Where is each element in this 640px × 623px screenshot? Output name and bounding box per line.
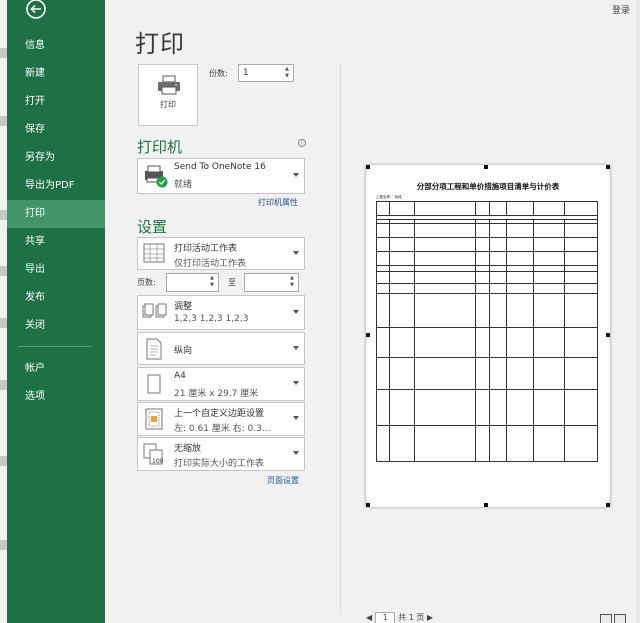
print-scope-title: 打印活动工作表 [174,244,238,254]
info-icon[interactable]: i [298,139,306,147]
margins-dropdown[interactable]: 上一个自定义边距设置 左: 0.61 厘米 右: 0.3... [137,402,305,436]
paper-size-dropdown[interactable]: A4 21 厘米 x 29.7 厘米 [137,367,305,401]
settings-heading: 设置 [137,218,168,236]
printer-dropdown[interactable]: Send To OneNote 16 就绪 [137,158,305,194]
pages-from-input[interactable]: ▲ ▼ [166,273,219,292]
print-scope-desc: 仅打印活动工作表 [174,259,247,269]
preview-page-navigator: ◀ 1 共 1 页 ▶ [366,612,433,623]
printer-properties-link[interactable]: 打印机属性 [258,197,298,208]
collate-desc: 1,2,3 1,2,3 1,2,3 [174,314,249,324]
copies-label: 份数: [209,69,228,78]
chevron-down-icon [293,309,299,314]
nav-item-new[interactable]: 新建 [7,60,105,88]
paper-size-icon [142,372,170,398]
margins-icon [142,407,170,433]
nav-item-open[interactable]: 打开 [7,88,105,116]
nav-item-save-as[interactable]: 另存为 [7,144,105,172]
printer-device-icon [142,163,170,189]
preview-document-title: 分部分项工程和单价措施项目清单与计价表 [416,182,560,191]
printer-status: 就绪 [174,180,193,190]
pages-to-spinner[interactable]: ▲ ▼ [288,275,296,289]
copies-value: 1 [243,68,249,78]
pages-to-label: 至 [228,278,236,287]
backstage-nav: 信息 新建 打开 保存 另存为 导出为PDF 打印 共享 导出 发布 关闭 帐户… [0,0,105,623]
chevron-down-icon [293,381,299,385]
paper-size-title: A4 [174,371,186,381]
collate-dropdown[interactable]: 调整 1,2,3 1,2,3 1,2,3 [137,295,305,330]
nav-item-share[interactable]: 共享 [7,228,105,256]
chevron-down-icon [293,345,299,350]
preview-divider [340,64,341,614]
printer-icon [158,75,180,95]
nav-item-export-pdf[interactable]: 导出为PDF [7,172,105,200]
chevron-down-icon [293,416,299,420]
printer-name: Send To OneNote 16 [174,162,266,172]
collate-title: 调整 [174,302,193,312]
nav-separator [18,346,92,347]
nav-item-publish[interactable]: 发布 [7,284,105,312]
copies-spinner[interactable]: ▲ ▼ [283,66,291,80]
scaling-desc: 打印实际大小的工作表 [174,459,265,469]
scaling-title: 无缩放 [174,444,202,454]
page-count: 共 1 页 [398,613,425,622]
pages-label: 页数: [137,278,156,287]
chevron-down-icon [293,173,299,177]
chevron-down-icon [293,250,299,255]
scaling-icon: 100 [142,442,170,468]
svg-text:100: 100 [152,458,164,465]
nav-item-account[interactable]: 帐户 [7,355,105,383]
collate-icon [142,300,170,326]
chevron-down-icon [293,451,299,455]
sheet-grid-icon [142,242,170,268]
nav-item-options[interactable]: 选项 [7,383,105,411]
back-arrow-icon [26,0,46,19]
nav-item-print[interactable]: 打印 [7,200,105,228]
print-button[interactable]: 打印 [138,64,198,126]
show-margins-icon[interactable] [600,614,612,623]
back-arrow-button[interactable] [23,0,49,22]
prev-page-icon[interactable]: ◀ [366,613,372,622]
print-scope-dropdown[interactable]: 打印活动工作表 仅打印活动工作表 [137,237,305,270]
nav-item-save[interactable]: 保存 [7,116,105,144]
page-setup-link[interactable]: 页面设置 [267,475,299,486]
current-page-input[interactable]: 1 [375,612,396,623]
preview-view-buttons [598,611,626,623]
pages-to-input[interactable]: ▲ ▼ [244,273,299,292]
next-page-icon[interactable]: ▶ [427,613,433,622]
zoom-to-page-icon[interactable] [614,614,626,623]
portrait-page-icon [142,337,170,363]
page-title: 打印 [135,30,185,58]
paper-size-desc: 21 厘米 x 29.7 厘米 [174,389,259,399]
scaling-dropdown[interactable]: 100 无缩放 打印实际大小的工作表 [137,437,305,471]
preview-table [375,201,599,462]
sign-in-link[interactable]: 登录 [612,3,630,16]
nav-item-close[interactable]: 关闭 [7,312,105,340]
nav-item-export[interactable]: 导出 [7,256,105,284]
copies-input[interactable]: 1 ▲ ▼ [238,64,294,82]
preview-document-subtitle: 工程名称： 标段 [376,195,402,199]
pages-from-spinner[interactable]: ▲ ▼ [208,275,216,289]
orientation-title: 纵向 [174,346,193,356]
print-button-label: 打印 [160,100,176,109]
pages-range: 页数: ▲ ▼ 至 ▲ ▼ [137,273,305,293]
printer-heading: 打印机 [137,138,183,156]
nav-left-edge [0,0,7,623]
window-right-edge [636,0,640,623]
orientation-dropdown[interactable]: 纵向 [137,332,305,365]
nav-item-info[interactable]: 信息 [7,32,105,60]
print-preview-page: 分部分项工程和单价措施项目清单与计价表 工程名称： 标段 [366,165,610,507]
margins-desc: 左: 0.61 厘米 右: 0.3... [174,424,271,434]
margins-title: 上一个自定义边距设置 [174,409,265,419]
